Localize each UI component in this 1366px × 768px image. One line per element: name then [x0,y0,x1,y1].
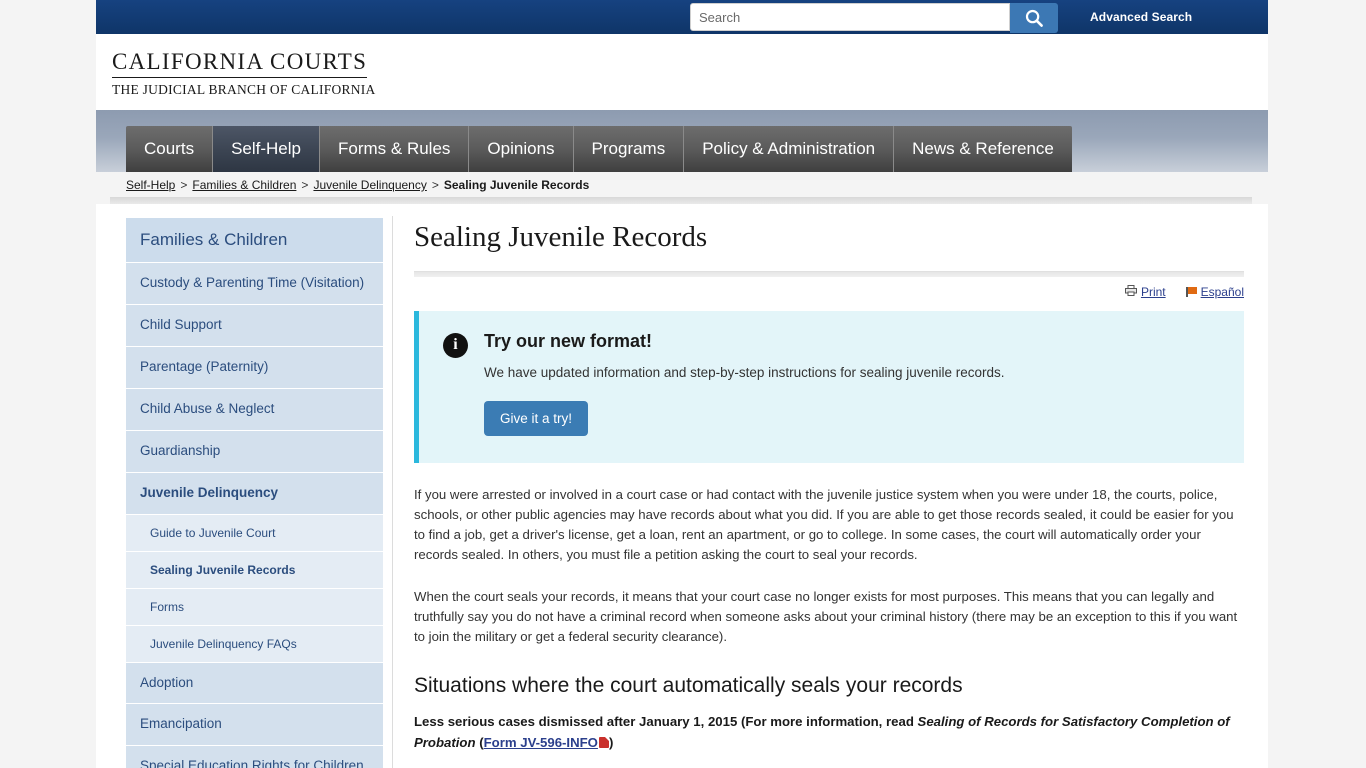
sidebar-item-juvenile-delinquency-faqs[interactable]: Juvenile Delinquency FAQs [126,625,383,663]
callout-title: Try our new format! [484,330,653,351]
sidebar-item-guide-to-juvenile-court[interactable]: Guide to Juvenile Court [126,514,383,552]
main-navigation-band: Courts Self-Help Forms & Rules Opinions Prog… [96,110,1268,172]
nav-item-opinions[interactable]: Opinions [469,126,574,172]
sidebar-navigation: Families & Children Custody & Parenting … [126,218,383,768]
pdf-icon [598,736,609,748]
breadcrumb: Self-Help > Families & Children > Juvenile D… [126,178,589,192]
sidebar-item-parentage-paternity[interactable]: Parentage (Paternity) [126,346,383,389]
breadcrumb-separator: > [301,178,309,192]
breadcrumb-separator: > [431,178,439,192]
sidebar-item-child-support[interactable]: Child Support [126,304,383,347]
sidebar-item-forms[interactable]: Forms [126,588,383,626]
form-link-label: Form JV-596-INFO [483,734,598,750]
new-format-callout: i Try our new format! We have updated in… [414,310,1244,463]
logo-primary-text: CALIFORNIA COURTS [112,50,368,78]
content-panel: Families & Children Custody & Parenting … [96,204,1268,768]
title-divider [414,270,1244,277]
print-link[interactable]: Print [1124,284,1166,299]
callout-text: We have updated information and step-by-… [484,365,1005,381]
page-title: Sealing Juvenile Records [414,221,708,253]
subsection-text-part3: ) [608,734,614,750]
section-heading: Situations where the court automatically… [414,674,963,698]
sidebar-item-guardianship[interactable]: Guardianship [126,430,383,473]
sidebar-item-list: Custody & Parenting Time (Visitation) Chi… [126,263,383,768]
sidebar-item-special-education-rights-for-children-and-families[interactable]: Special Education Rights for Children an… [126,746,383,768]
sidebar-item-juvenile-delinquency[interactable]: Juvenile Delinquency [126,472,383,515]
subsection-text-part2: ( [475,734,484,750]
intro-paragraph-2: When the court seals your records, it me… [414,589,1238,645]
site-header: CALIFORNIA COURTS THE JUDICIAL BRANCH OF… [96,34,1268,110]
nav-item-policy-administration[interactable]: Policy & Administration [684,126,895,172]
search-input[interactable] [690,3,1010,31]
sidebar-item-adoption[interactable]: Adoption [126,662,383,705]
breadcrumb-divider [110,197,1252,204]
print-label: Print [1140,284,1166,299]
give-it-a-try-button[interactable]: Give it a try! [484,401,589,437]
breadcrumb-separator: > [180,178,188,192]
main-navigation: Courts Self-Help Forms & Rules Opinions Prog… [126,126,1072,172]
form-jv-596-info-link[interactable]: Form JV-596-INFO [484,735,598,750]
sidebar-item-sealing-juvenile-records[interactable]: Sealing Juvenile Records [126,551,383,589]
column-divider [392,216,393,768]
utility-links: Print Español [414,284,1244,299]
sidebar-item-child-abuse-neglect[interactable]: Child Abuse & Neglect [126,388,383,431]
logo-secondary-text: THE JUDICIAL BRANCH OF CALIFORNIA [112,82,376,97]
intro-paragraph-1: If you were arrested or involved in a co… [414,486,1234,562]
sidebar-heading: Families & Children [126,218,383,263]
nav-item-courts[interactable]: Courts [126,126,214,172]
flag-icon [1185,286,1197,297]
search-button[interactable] [1010,3,1058,33]
espanol-link[interactable]: Español [1185,284,1244,299]
info-icon: i [443,332,468,358]
subsection-text-part1: Less serious cases dismissed after Janua… [414,714,918,730]
sidebar-item-custody-parenting-time-visitation[interactable]: Custody & Parenting Time (Visitation) [126,263,383,305]
page-root: Advanced Search CALIFORNIA COURTS THE JU… [0,0,1366,768]
subsection-heading: Less serious cases dismissed after Janua… [414,712,1244,753]
advanced-search-link[interactable]: Advanced Search [1090,10,1192,24]
search-container [690,3,1058,33]
breadcrumb-item-juvenile-delinquency[interactable]: Juvenile Delinquency [313,178,426,192]
nav-item-news-reference[interactable]: News & Reference [894,126,1072,172]
top-bar: Advanced Search [96,0,1268,34]
nav-item-programs[interactable]: Programs [574,126,685,172]
printer-icon [1124,284,1137,299]
nav-item-forms-rules[interactable]: Forms & Rules [320,126,470,172]
breadcrumb-item-self-help[interactable]: Self-Help [126,178,175,192]
nav-item-self-help[interactable]: Self-Help [213,126,320,172]
site-logo[interactable]: CALIFORNIA COURTS THE JUDICIAL BRANCH OF… [112,50,376,98]
search-icon [1024,8,1044,28]
breadcrumb-item-families-children[interactable]: Families & Children [192,178,296,192]
breadcrumb-item-sealing-juvenile-records: Sealing Juvenile Records [443,178,590,192]
sidebar-item-emancipation[interactable]: Emancipation [126,704,383,747]
main-content: Sealing Juvenile Records Print Español i… [414,220,1244,768]
espanol-label: Español [1200,284,1244,299]
